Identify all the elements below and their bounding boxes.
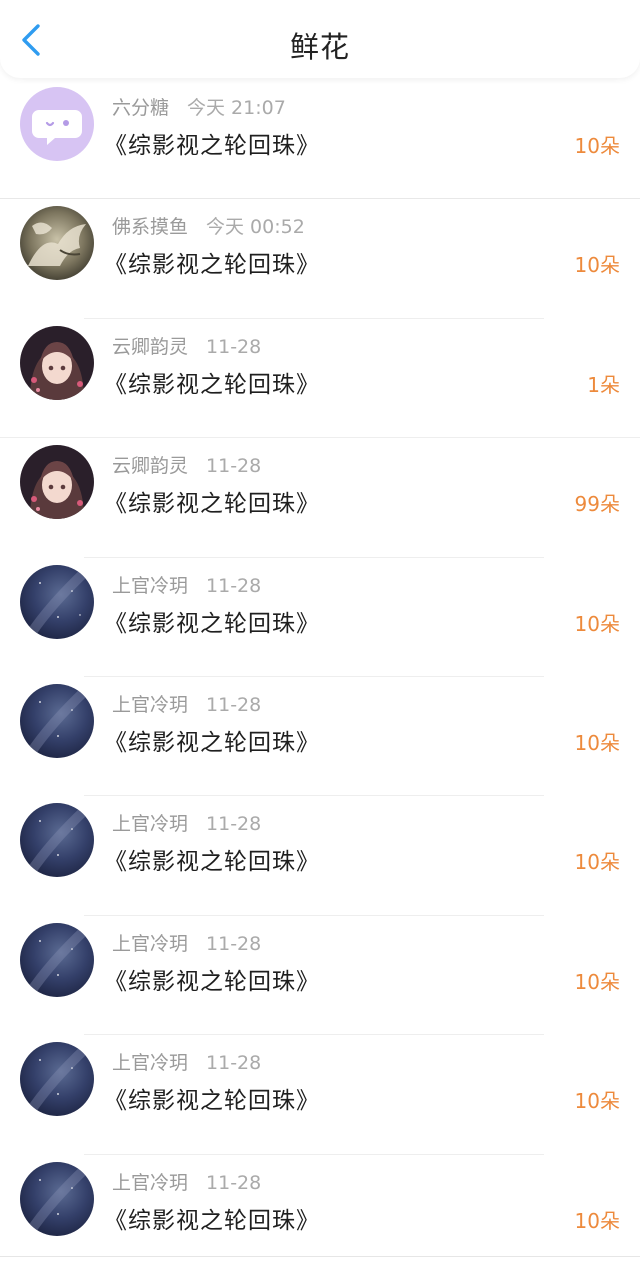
flower-count: 10朵 (574, 1208, 620, 1233)
timestamp: 今天 21:07 (187, 97, 286, 119)
timestamp: 11-28 (206, 1171, 262, 1194)
item-meta: 上官冷玥 11-28 (112, 571, 261, 598)
username[interactable]: 佛系摸鱼 (112, 216, 188, 238)
item-meta: 云卿韵灵 11-28 (112, 332, 261, 359)
avatar[interactable] (20, 325, 94, 400)
night-sky-avatar-icon (20, 683, 94, 758)
item-meta: 上官冷玥 11-28 (112, 809, 261, 836)
flower-count: 10朵 (574, 850, 620, 875)
item-meta: 上官冷玥 11-28 (112, 690, 261, 717)
book-title[interactable]: 《综影视之轮回珠》 (104, 1201, 320, 1235)
chat-bubble-avatar-icon (20, 87, 94, 161)
item-meta: 上官冷玥 11-28 (112, 1048, 261, 1075)
flower-count: 10朵 (574, 611, 620, 636)
list-item[interactable]: 上官冷玥 11-28 《综影视之轮回珠》 10朵 (0, 677, 640, 797)
list-item[interactable]: 上官冷玥 11-28 《综影视之轮回珠》 10朵 (0, 558, 640, 677)
flower-count: 10朵 (574, 969, 620, 994)
avatar[interactable] (20, 206, 94, 281)
anime-girl-avatar-icon (20, 445, 94, 520)
item-meta: 上官冷玥 11-28 (112, 929, 261, 956)
timestamp: 11-28 (206, 693, 262, 716)
username[interactable]: 上官冷玥 (112, 933, 188, 955)
timestamp: 11-28 (206, 813, 262, 836)
list-item[interactable]: 六分糖 今天 21:07 《综影视之轮回珠》 10朵 (0, 80, 640, 200)
book-title[interactable]: 《综影视之轮回珠》 (104, 1081, 320, 1115)
flower-list: 六分糖 今天 21:07 《综影视之轮回珠》 10朵 佛系摸鱼 今天 00:52… (0, 80, 640, 1274)
username[interactable]: 上官冷玥 (112, 1052, 188, 1074)
night-sky-avatar-icon (20, 1042, 94, 1117)
avatar[interactable] (20, 87, 94, 161)
list-item[interactable]: 上官冷玥 11-28 《综影视之轮回珠》 10朵 (0, 1035, 640, 1155)
list-item[interactable]: 上官冷玥 11-28 《综影视之轮回珠》 10朵 (0, 916, 640, 1036)
timestamp: 11-28 (206, 932, 262, 955)
item-meta: 佛系摸鱼 今天 00:52 (112, 212, 305, 239)
avatar[interactable] (20, 803, 94, 878)
dragon-avatar-icon (20, 206, 94, 281)
list-item[interactable]: 云卿韵灵 11-28 《综影视之轮回珠》 99朵 (0, 438, 640, 558)
timestamp: 今天 00:52 (206, 216, 305, 239)
divider (0, 1256, 640, 1257)
book-title[interactable]: 《综影视之轮回珠》 (104, 723, 320, 757)
list-item[interactable]: 佛系摸鱼 今天 00:52 《综影视之轮回珠》 10朵 (0, 199, 640, 319)
avatar[interactable] (20, 564, 94, 639)
night-sky-avatar-icon (20, 922, 94, 997)
night-sky-avatar-icon (20, 1161, 94, 1236)
username[interactable]: 上官冷玥 (112, 694, 188, 716)
username[interactable]: 云卿韵灵 (112, 455, 188, 477)
flower-count: 1朵 (587, 372, 620, 397)
username[interactable]: 上官冷玥 (112, 575, 188, 597)
item-meta: 云卿韵灵 11-28 (112, 451, 261, 478)
book-title[interactable]: 《综影视之轮回珠》 (104, 126, 320, 160)
timestamp: 11-28 (206, 574, 262, 597)
avatar[interactable] (20, 1042, 94, 1117)
book-title[interactable]: 《综影视之轮回珠》 (104, 484, 320, 518)
item-meta: 六分糖 今天 21:07 (112, 93, 286, 120)
username[interactable]: 上官冷玥 (112, 813, 188, 835)
book-title[interactable]: 《综影视之轮回珠》 (104, 842, 320, 876)
flower-count: 99朵 (574, 492, 620, 517)
night-sky-avatar-icon (20, 564, 94, 639)
avatar[interactable] (20, 683, 94, 758)
timestamp: 11-28 (206, 455, 262, 478)
timestamp: 11-28 (206, 1052, 262, 1075)
avatar[interactable] (20, 445, 94, 520)
book-title[interactable]: 《综影视之轮回珠》 (104, 365, 320, 399)
username[interactable]: 云卿韵灵 (112, 336, 188, 358)
avatar[interactable] (20, 922, 94, 997)
anime-girl-avatar-icon (20, 325, 94, 400)
list-item[interactable]: 上官冷玥 11-28 《综影视之轮回珠》 10朵 (0, 796, 640, 916)
timestamp: 11-28 (206, 335, 262, 358)
top-bar: 鲜花 (0, 0, 640, 78)
list-item[interactable]: 云卿韵灵 11-28 《综影视之轮回珠》 1朵 (0, 319, 640, 439)
flower-count: 10朵 (574, 730, 620, 755)
night-sky-avatar-icon (20, 803, 94, 878)
username[interactable]: 六分糖 (112, 97, 169, 119)
book-title[interactable]: 《综影视之轮回珠》 (104, 962, 320, 996)
item-meta: 上官冷玥 11-28 (112, 1168, 261, 1195)
avatar[interactable] (20, 1161, 94, 1236)
book-title[interactable]: 《综影视之轮回珠》 (104, 604, 320, 638)
book-title[interactable]: 《综影视之轮回珠》 (104, 245, 320, 279)
page-title: 鲜花 (289, 30, 350, 64)
flower-count: 10朵 (574, 1089, 620, 1114)
username[interactable]: 上官冷玥 (112, 1172, 188, 1194)
flower-count: 10朵 (574, 134, 620, 158)
flower-count: 10朵 (574, 253, 620, 278)
